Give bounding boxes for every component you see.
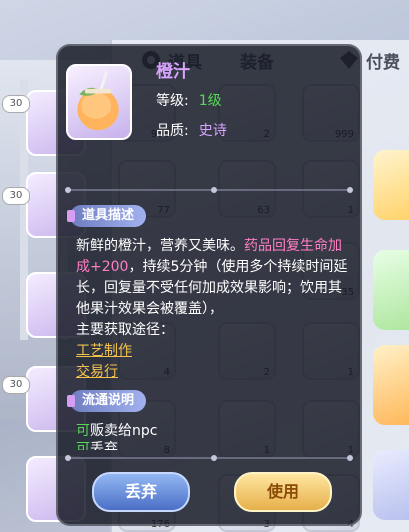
desc-text: 新鲜的橙汁，营养又美味。 xyxy=(76,238,244,254)
circulation-prefix: 可 xyxy=(76,441,90,450)
circulation-text: 丢弃 xyxy=(90,441,118,450)
item-description: 新鲜的橙汁，营养又美味。药品回复生命加成+200，持续5分钟（使用多个持续时间延… xyxy=(76,236,348,341)
acquire-link-crafting[interactable]: 工艺制作 xyxy=(76,340,132,360)
item-level-row: 等级: 1级 xyxy=(156,90,222,110)
circulation-line: 可丢弃 xyxy=(76,438,118,450)
level-value: 1级 xyxy=(198,93,222,109)
quality-value: 史诗 xyxy=(198,123,227,139)
item-quality-row: 品质: 史诗 xyxy=(156,120,227,140)
acquire-link-trade[interactable]: 交易行 xyxy=(76,361,118,381)
item-tooltip: 橙汁 等级: 1级 品质: 史诗 道具描述 新鲜的橙汁，营养又美味。药品回复生命加成… xyxy=(56,44,362,526)
tab-paid-label: 付费 xyxy=(366,52,400,73)
quality-label: 品质: xyxy=(156,123,189,139)
level-badge: 30 xyxy=(2,376,30,394)
side-card[interactable] xyxy=(373,345,409,425)
divider xyxy=(65,187,353,193)
acquire-label: 主要获取途径： xyxy=(76,322,174,338)
item-name: 橙汁 xyxy=(156,62,190,82)
level-badge: 30 xyxy=(2,95,30,113)
orange-juice-icon xyxy=(77,70,119,131)
section-description-title: 道具描述 xyxy=(66,205,147,227)
discard-button[interactable]: 丢弃 xyxy=(92,472,190,512)
level-label: 等级: xyxy=(156,93,189,109)
side-card[interactable] xyxy=(373,450,409,520)
side-card[interactable] xyxy=(373,250,409,330)
item-thumbnail xyxy=(66,64,132,140)
level-badge: 30 xyxy=(2,187,30,205)
divider xyxy=(65,455,353,461)
use-button[interactable]: 使用 xyxy=(234,472,332,512)
circulation-text: 贩卖给npc xyxy=(90,423,158,439)
section-circulation-title: 流通说明 xyxy=(66,390,147,412)
circulation-line: 可贩卖给npc xyxy=(76,420,157,440)
side-card[interactable] xyxy=(373,150,409,220)
circulation-prefix: 可 xyxy=(76,423,90,439)
